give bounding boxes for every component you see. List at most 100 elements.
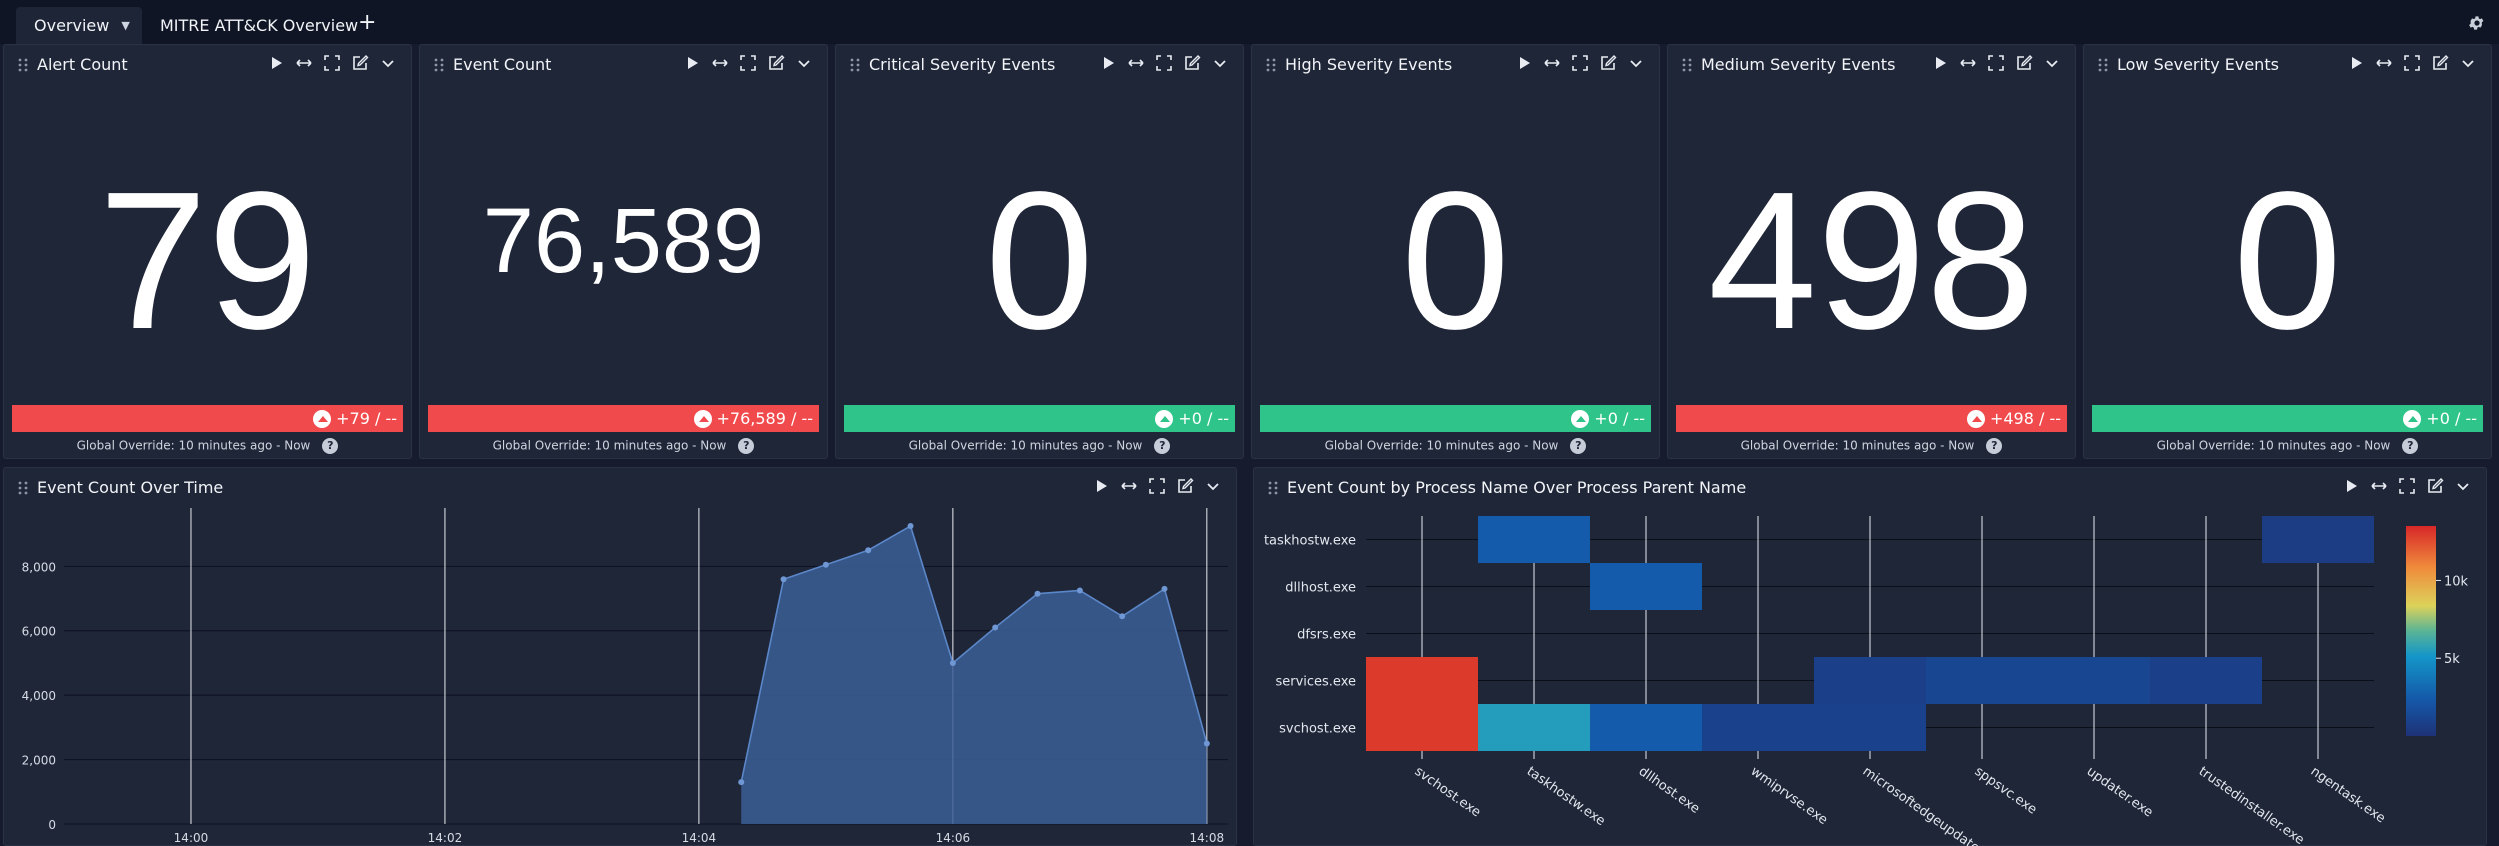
panel-title: Alert Count: [37, 55, 128, 74]
heatmap-cell: [1702, 704, 1814, 751]
trend-bar: +76,589 / --: [428, 405, 819, 432]
edit-icon[interactable]: [767, 54, 785, 72]
drag-handle-icon[interactable]: [850, 58, 860, 72]
play-icon[interactable]: [683, 54, 701, 72]
expand-horizontal-icon[interactable]: [711, 54, 729, 72]
trend-delta: +498 / --: [1989, 409, 2061, 428]
trend-up-icon: [1155, 409, 1174, 428]
drag-handle-icon[interactable]: [1266, 58, 1276, 72]
help-icon[interactable]: ?: [1986, 438, 2003, 454]
heatmap-cell: [1366, 657, 1478, 704]
stat-value: 79: [98, 151, 317, 370]
stat-panel-3: High Severity Events 0 +0 / -- Global Ov…: [1251, 44, 1660, 459]
trend-up-icon: [1571, 409, 1590, 428]
tab-mitre-attack-overview[interactable]: MITRE ATT&CK Overview: [160, 7, 358, 44]
edit-icon[interactable]: [1183, 54, 1201, 72]
stat-panel-5: Low Severity Events 0 +0 / -- Global Ove…: [2083, 44, 2492, 459]
event-count-area-chart: 0 2,000 4,000 6,000 8,000 14:00 14:02 14:04 14:0…: [22, 508, 1228, 845]
data-point: [992, 624, 999, 631]
expand-horizontal-icon[interactable]: [1959, 54, 1977, 72]
trend-bar: +0 / --: [1260, 405, 1651, 432]
data-point: [949, 659, 956, 666]
drag-handle-icon[interactable]: [18, 58, 28, 72]
time-override-text: Global Override: 10 minutes ago - Now: [2156, 438, 2391, 453]
chevron-down-icon[interactable]: ▼: [121, 19, 129, 32]
play-icon[interactable]: [1099, 54, 1117, 72]
chevron-down-icon[interactable]: [379, 54, 397, 72]
help-icon[interactable]: ?: [322, 438, 339, 454]
play-icon[interactable]: [1515, 54, 1533, 72]
help-icon[interactable]: ?: [1570, 438, 1587, 454]
column-label: dllhost.exe: [1636, 764, 1703, 817]
time-override-label: Global Override: 10 minutes ago - Now?: [420, 438, 827, 454]
edit-icon[interactable]: [351, 54, 369, 72]
time-override-label: Global Override: 10 minutes ago - Now?: [4, 438, 411, 454]
edit-icon[interactable]: [2015, 54, 2033, 72]
chevron-down-icon[interactable]: [1211, 54, 1229, 72]
help-icon[interactable]: ?: [738, 438, 755, 454]
heatmap-cell: [1478, 704, 1590, 751]
help-icon[interactable]: ?: [1154, 438, 1171, 454]
play-icon[interactable]: [1931, 54, 1949, 72]
expand-horizontal-icon[interactable]: [2375, 54, 2393, 72]
panel-toolbar: [1515, 54, 1645, 72]
chevron-down-icon[interactable]: [1627, 54, 1645, 72]
panel-toolbar: [683, 54, 813, 72]
fullscreen-icon[interactable]: [1571, 54, 1589, 72]
trend-bar: +0 / --: [2092, 405, 2483, 432]
trend-up-icon: [2403, 409, 2422, 428]
time-override-label: Global Override: 10 minutes ago - Now?: [1252, 438, 1659, 454]
chevron-down-icon[interactable]: [2459, 54, 2477, 72]
colorbar-tick-label: 5k: [2444, 652, 2460, 667]
tab-overview[interactable]: Overview ▼: [16, 7, 142, 44]
time-override-text: Global Override: 10 minutes ago - Now: [1324, 438, 1559, 453]
column-label: sppsvc.exe: [1972, 764, 2040, 818]
column-label: updater.exe: [2084, 764, 2156, 821]
time-override-label: Global Override: 10 minutes ago - Now?: [836, 438, 1243, 454]
fullscreen-icon[interactable]: [323, 54, 341, 72]
heatmap-cell: [2262, 516, 2374, 563]
play-icon[interactable]: [267, 54, 285, 72]
heatmap-cell: [2150, 657, 2262, 704]
process-heatmap-chart: taskhostw.exe dllhost.exe dfsrs.exe service…: [1264, 516, 2469, 846]
row-label: dfsrs.exe: [1297, 628, 1356, 643]
fullscreen-icon[interactable]: [2403, 54, 2421, 72]
heatmap-cell: [1478, 516, 1590, 563]
chevron-down-icon[interactable]: [795, 54, 813, 72]
colorbar: [2406, 526, 2436, 736]
time-override-label: Global Override: 10 minutes ago - Now?: [1668, 438, 2075, 454]
trend-delta: +0 / --: [1594, 409, 1645, 428]
panel-header: Critical Severity Events: [836, 45, 1243, 81]
gear-icon[interactable]: [2468, 14, 2486, 32]
data-point: [865, 547, 872, 554]
panel-title: Critical Severity Events: [869, 55, 1056, 74]
expand-horizontal-icon[interactable]: [295, 54, 313, 72]
drag-handle-icon[interactable]: [1682, 58, 1692, 72]
fullscreen-icon[interactable]: [1155, 54, 1173, 72]
time-override-text: Global Override: 10 minutes ago - Now: [76, 438, 311, 453]
chevron-down-icon[interactable]: [2043, 54, 2061, 72]
x-tick-label: 14:02: [428, 831, 463, 845]
fullscreen-icon[interactable]: [1987, 54, 2005, 72]
help-icon[interactable]: ?: [2402, 438, 2419, 454]
column-label: wmiprvse.exe: [1748, 764, 1830, 828]
drag-handle-icon[interactable]: [2098, 58, 2108, 72]
stat-value: 0: [2232, 151, 2342, 370]
data-point: [1034, 590, 1041, 597]
add-tab-button[interactable]: +: [358, 10, 376, 35]
panel-header: High Severity Events: [1252, 45, 1659, 81]
data-point: [1161, 585, 1168, 592]
drag-handle-icon[interactable]: [434, 58, 444, 72]
play-icon[interactable]: [2347, 54, 2365, 72]
y-tick-label: 0: [48, 818, 56, 832]
edit-icon[interactable]: [1599, 54, 1617, 72]
x-tick-label: 14:00: [174, 831, 209, 845]
edit-icon[interactable]: [2431, 54, 2449, 72]
column-label: svchost.exe: [1412, 764, 1484, 820]
fullscreen-icon[interactable]: [739, 54, 757, 72]
trend-delta: +76,589 / --: [716, 409, 814, 428]
expand-horizontal-icon[interactable]: [1127, 54, 1145, 72]
expand-horizontal-icon[interactable]: [1543, 54, 1561, 72]
panel-toolbar: [1931, 54, 2061, 72]
panel-header: Event Count: [420, 45, 827, 81]
